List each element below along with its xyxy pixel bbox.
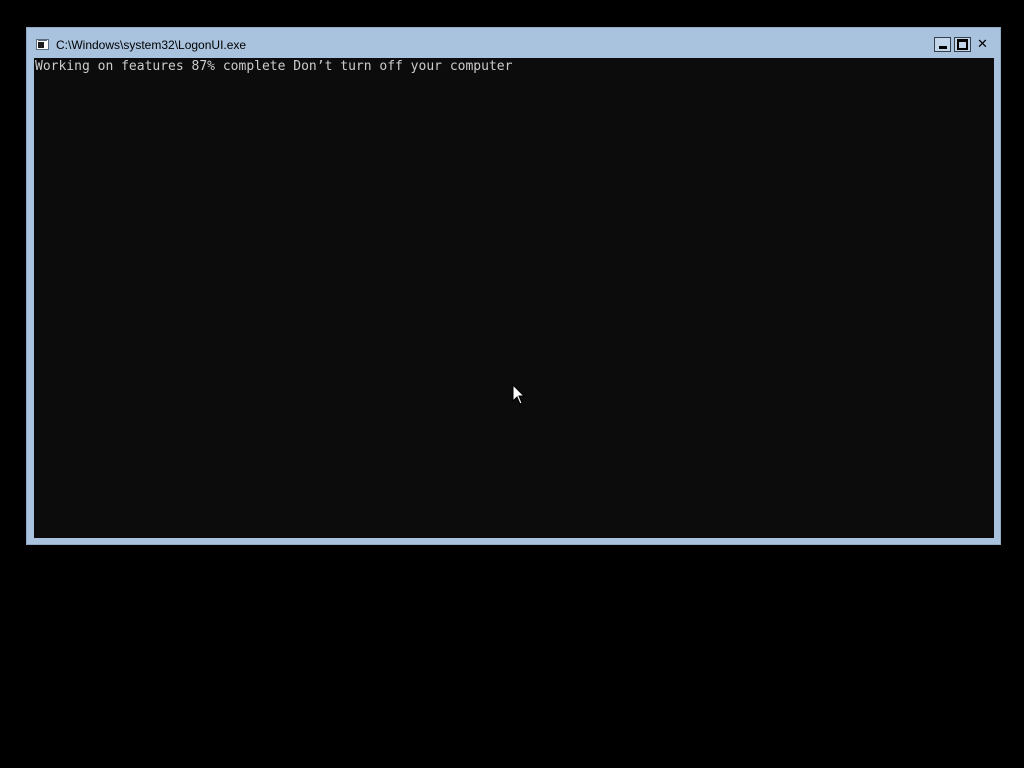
- console-window[interactable]: C:\Windows\system32\LogonUI.exe ✕ Workin…: [26, 27, 1001, 545]
- console-output-area[interactable]: Working on features 87% complete Don’t t…: [34, 58, 994, 538]
- console-app-icon[interactable]: [36, 39, 49, 50]
- maximize-button[interactable]: [954, 37, 971, 52]
- close-icon: ✕: [977, 37, 988, 52]
- window-title: C:\Windows\system32\LogonUI.exe: [56, 38, 247, 52]
- maximize-icon: [957, 39, 968, 50]
- minimize-icon: [938, 46, 947, 49]
- mouse-pointer-icon: [512, 384, 526, 405]
- title-bar[interactable]: C:\Windows\system32\LogonUI.exe ✕: [27, 28, 1000, 58]
- console-line: Working on features 87% complete Don’t t…: [35, 59, 513, 74]
- minimize-button[interactable]: [934, 37, 951, 52]
- desktop: C:\Windows\system32\LogonUI.exe ✕ Workin…: [0, 0, 1024, 768]
- close-button[interactable]: ✕: [974, 37, 991, 52]
